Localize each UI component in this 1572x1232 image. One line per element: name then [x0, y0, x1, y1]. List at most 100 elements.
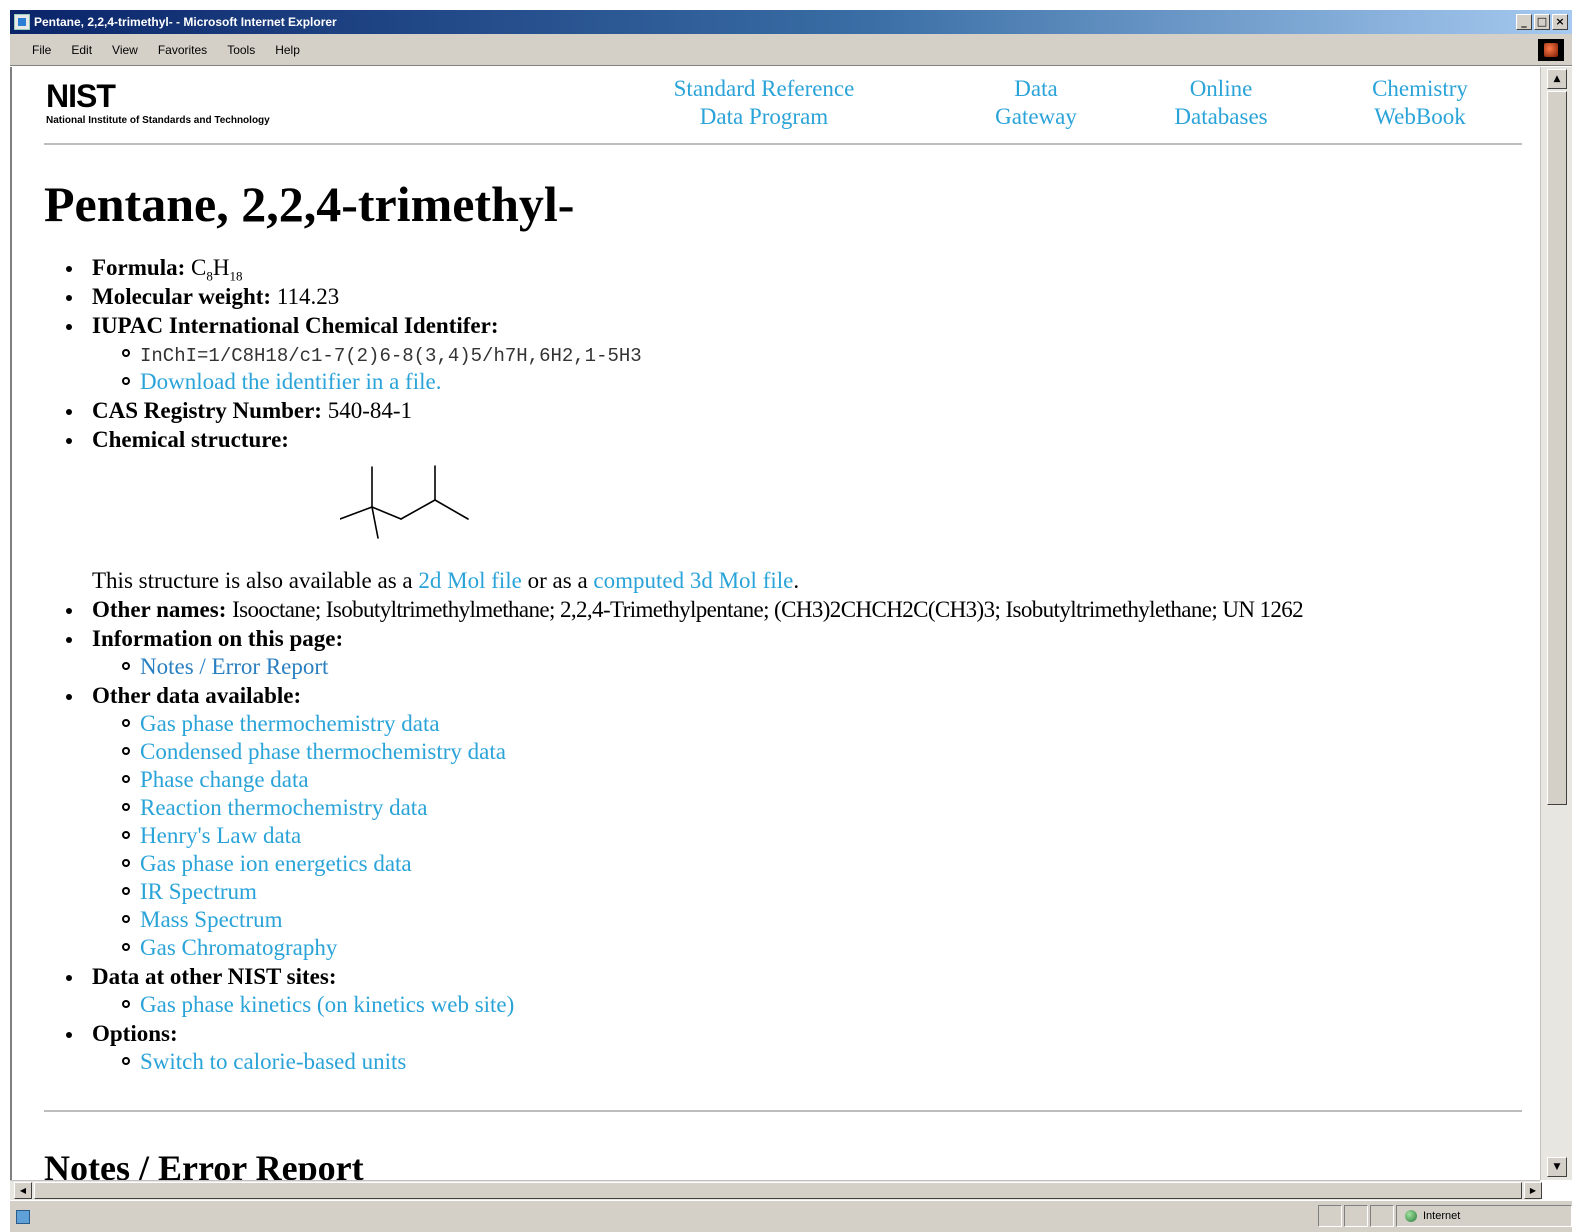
- mol-2d-link[interactable]: 2d Mol file: [418, 568, 522, 593]
- status-cell-empty: [1318, 1205, 1342, 1227]
- menu-bar: File Edit View Favorites Tools Help: [10, 34, 1572, 66]
- inchi-item: InChI=1/C8H18/c1-7(2)6-8(3,4)5/h7H,6H2,1…: [70, 340, 1530, 368]
- scroll-up-arrow-icon[interactable]: ▲: [1547, 69, 1567, 89]
- menu-view[interactable]: View: [112, 43, 138, 57]
- other-data-link-item: Gas phase ion energetics data: [70, 850, 1530, 878]
- page-viewport: NIST National Institute of Standards and…: [10, 67, 1540, 1180]
- formula-item: Formula: C8H18: [66, 253, 1530, 284]
- menu-favorites[interactable]: Favorites: [158, 43, 207, 57]
- nist-logo[interactable]: NIST National Institute of Standards and…: [46, 78, 270, 126]
- nav-chemistry-webbook[interactable]: Chemistry WebBook: [1356, 75, 1484, 131]
- other-sites-link-item: Gas phase kinetics (on kinetics web site…: [70, 991, 1530, 1019]
- other-data-link-item: Henry's Law data: [70, 822, 1530, 850]
- formula-value: C8H18: [191, 255, 243, 284]
- ie-page-icon: [14, 14, 30, 30]
- other-data-link-item: Condensed phase thermochemistry data: [70, 738, 1530, 766]
- status-cells: Internet: [1316, 1205, 1572, 1227]
- mass-spectrum-link[interactable]: Mass Spectrum: [140, 907, 282, 932]
- nav-srd-program[interactable]: Standard Reference Data Program: [654, 75, 874, 131]
- other-data-link-item: Phase change data: [70, 766, 1530, 794]
- cas-value: 540-84-1: [327, 398, 413, 423]
- other-data-link-item: Gas Chromatography: [70, 934, 1530, 962]
- close-button[interactable]: ×: [1552, 14, 1568, 30]
- other-names-item: Other names: Isooctane; Isobutyltrimethy…: [66, 595, 1530, 624]
- menu-file[interactable]: File: [32, 43, 51, 57]
- horizontal-scroll-thumb[interactable]: [34, 1182, 1522, 1199]
- structure-note-text-c: .: [793, 568, 800, 593]
- status-bar: Internet: [10, 1200, 1572, 1232]
- scroll-left-arrow-icon[interactable]: ◀: [14, 1182, 32, 1199]
- other-data-link-item: Gas phase thermochemistry data: [70, 710, 1530, 738]
- compound-info: Formula: C8H18 Molecular weight: 114.23 …: [66, 253, 1530, 1076]
- status-cell-empty: [1344, 1205, 1368, 1227]
- window-titlebar: Pentane, 2,2,4-trimethyl- - Microsoft In…: [10, 10, 1572, 34]
- info-on-page-label: Information on this page:: [92, 626, 344, 651]
- gas-phase-kinetics-link[interactable]: Gas phase kinetics (on kinetics web site…: [140, 992, 514, 1017]
- nav-gateway-line2: Gateway: [995, 104, 1077, 129]
- vertical-scrollbar[interactable]: ▲ ▼: [1540, 67, 1572, 1180]
- molecular-weight-item: Molecular weight: 114.23: [66, 282, 1530, 311]
- other-nist-sites-item: Data at other NIST sites:: [66, 962, 1530, 991]
- info-link-item: Notes / Error Report: [70, 653, 1530, 681]
- nav-gateway-line1: Data: [1014, 76, 1058, 101]
- gas-chromatography-link[interactable]: Gas Chromatography: [140, 935, 337, 960]
- window-controls: _ □ ×: [1516, 14, 1568, 30]
- other-nist-sites-label: Data at other NIST sites:: [92, 964, 337, 989]
- window-title: Pentane, 2,2,4-trimethyl- - Microsoft In…: [34, 15, 337, 29]
- structure-note: This structure is also available as a 2d…: [70, 566, 1530, 595]
- calorie-units-link[interactable]: Switch to calorie-based units: [140, 1049, 406, 1074]
- section-divider: [44, 1110, 1522, 1112]
- scroll-right-arrow-icon[interactable]: ▶: [1524, 1182, 1542, 1199]
- structure-note-text-a: This structure is also available as a: [92, 568, 419, 593]
- chemical-structure-image: [340, 465, 469, 539]
- horizontal-scrollbar[interactable]: ◀ ▶: [10, 1180, 1542, 1200]
- inchi-value[interactable]: InChI=1/C8H18/c1-7(2)6-8(3,4)5/h7H,6H2,1…: [140, 345, 642, 367]
- download-identifier-item: Download the identifier in a file.: [70, 368, 1530, 396]
- info-on-page-item: Information on this page:: [66, 624, 1530, 653]
- other-names-label: Other names:: [92, 597, 227, 622]
- scroll-down-arrow-icon[interactable]: ▼: [1547, 1157, 1567, 1177]
- formula-label: Formula:: [92, 255, 186, 280]
- status-cell-empty: [1370, 1205, 1394, 1227]
- page-title: Pentane, 2,2,4-trimethyl-: [44, 176, 575, 232]
- nav-online-databases[interactable]: Online Databases: [1158, 75, 1284, 131]
- mol-3d-link[interactable]: computed 3d Mol file: [593, 568, 793, 593]
- nist-logo-subtitle: National Institute of Standards and Tech…: [46, 115, 270, 126]
- other-data-label: Other data available:: [92, 683, 302, 708]
- ir-spectrum-link[interactable]: IR Spectrum: [140, 879, 257, 904]
- other-names-value: Isooctane; Isobutyltrimethylmethane; 2,2…: [232, 597, 1304, 622]
- nav-srd-line2: Data Program: [699, 104, 829, 129]
- other-data-link-item: Mass Spectrum: [70, 906, 1530, 934]
- nav-data-gateway[interactable]: Data Gateway: [976, 75, 1096, 131]
- nav-webbook-line2: WebBook: [1374, 104, 1466, 129]
- menu-edit[interactable]: Edit: [71, 43, 92, 57]
- condensed-phase-thermochemistry-link[interactable]: Condensed phase thermochemistry data: [140, 739, 506, 764]
- gas-phase-thermochemistry-link[interactable]: Gas phase thermochemistry data: [140, 711, 440, 736]
- notes-error-report-link[interactable]: Notes / Error Report: [140, 654, 328, 679]
- options-link-item: Switch to calorie-based units: [70, 1048, 1530, 1076]
- options-label: Options:: [92, 1021, 178, 1046]
- vertical-scroll-thumb[interactable]: [1547, 91, 1567, 805]
- reaction-thermochemistry-link[interactable]: Reaction thermochemistry data: [140, 795, 427, 820]
- henrys-law-link[interactable]: Henry's Law data: [140, 823, 301, 848]
- nav-webbook-line1: Chemistry: [1372, 76, 1468, 101]
- mw-label: Molecular weight:: [92, 284, 272, 309]
- iupac-label: IUPAC International Chemical Identifer:: [92, 313, 499, 338]
- security-zone: Internet: [1396, 1205, 1572, 1227]
- nist-logo-word: NIST: [46, 78, 116, 114]
- menu-help[interactable]: Help: [275, 43, 300, 57]
- ie-throbber-icon: [1538, 39, 1564, 61]
- ion-energetics-link[interactable]: Gas phase ion energetics data: [140, 851, 412, 876]
- nav-srd-line1: Standard Reference: [673, 76, 855, 101]
- cas-label: CAS Registry Number:: [92, 398, 322, 423]
- globe-icon: [1405, 1210, 1417, 1222]
- minimize-button[interactable]: _: [1516, 14, 1532, 30]
- menu-tools[interactable]: Tools: [227, 43, 255, 57]
- options-item: Options:: [66, 1019, 1530, 1048]
- download-identifier-link[interactable]: Download the identifier in a file.: [140, 369, 441, 394]
- structure-label: Chemical structure:: [92, 427, 289, 452]
- security-zone-label: Internet: [1423, 1210, 1461, 1222]
- maximize-button[interactable]: □: [1534, 14, 1550, 30]
- phase-change-link[interactable]: Phase change data: [140, 767, 309, 792]
- structure-item: Chemical structure:: [66, 425, 1530, 454]
